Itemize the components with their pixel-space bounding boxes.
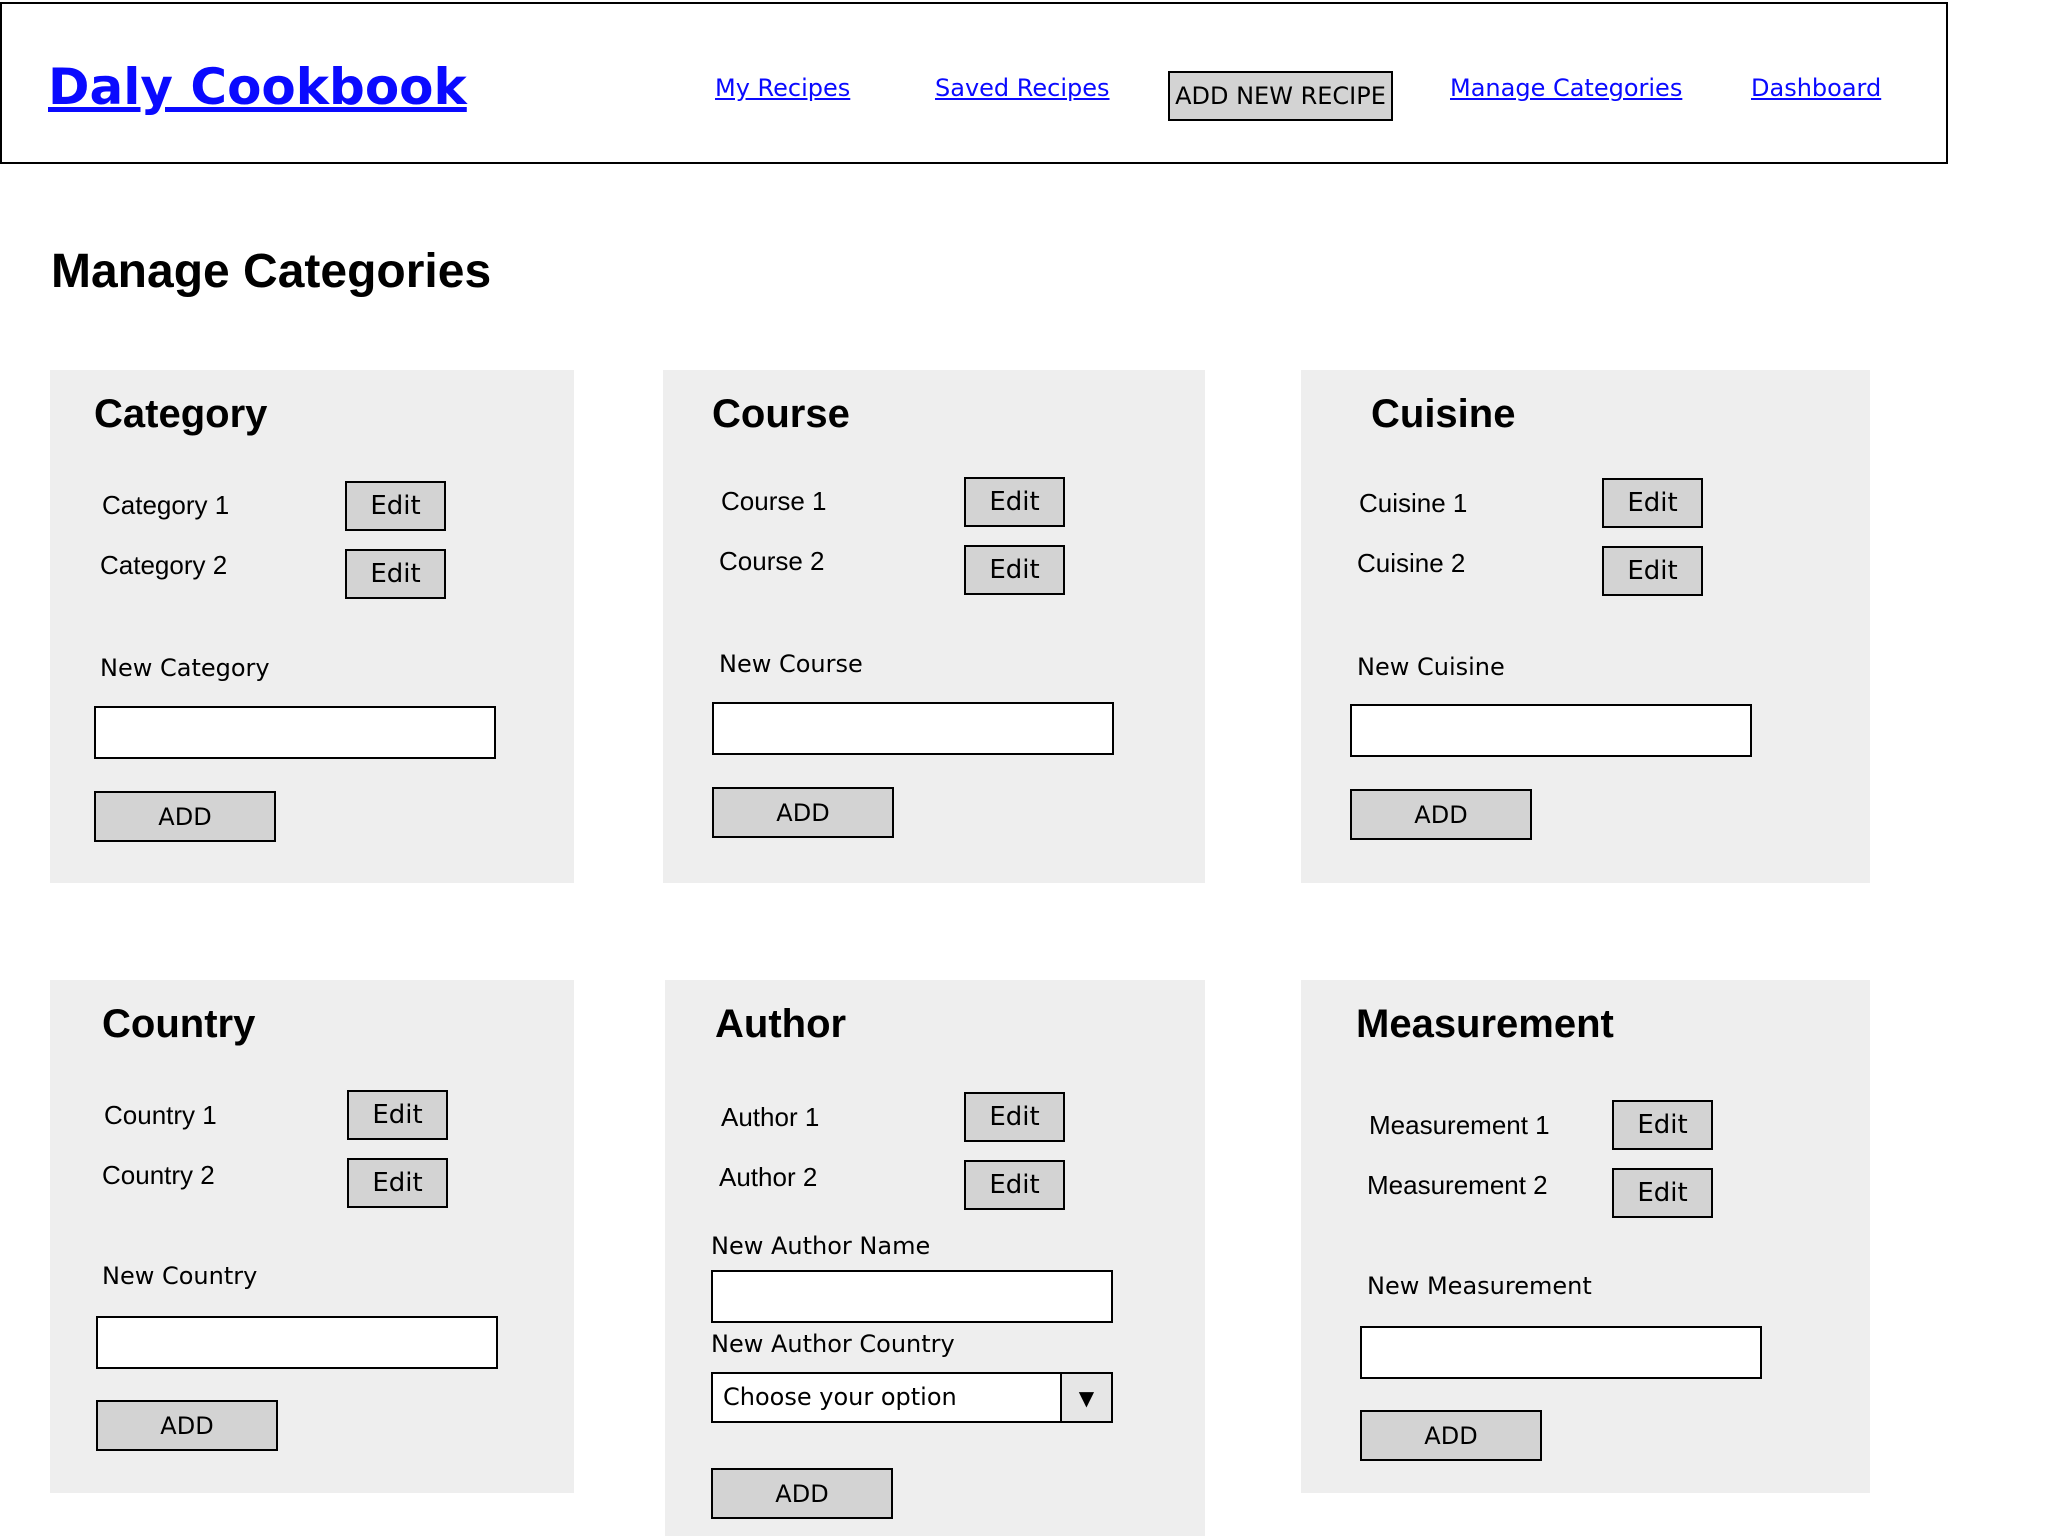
course-card-title: Course <box>712 392 850 436</box>
new-author-name-label: New Author Name <box>711 1232 931 1260</box>
new-author-country-label: New Author Country <box>711 1330 955 1358</box>
author-country-select[interactable]: Choose your option ▼ <box>711 1372 1113 1423</box>
cuisine-card: Cuisine Cuisine 1 Edit Cuisine 2 Edit Ne… <box>1301 370 1870 883</box>
edit-course-2-button[interactable]: Edit <box>964 545 1065 595</box>
cuisine-item-label: Cuisine 1 <box>1359 488 1468 518</box>
measurement-item-label: Measurement 1 <box>1369 1110 1550 1140</box>
chevron-down-icon[interactable]: ▼ <box>1060 1374 1111 1421</box>
edit-cuisine-1-button[interactable]: Edit <box>1602 478 1703 528</box>
author-card: Author Author 1 Edit Author 2 Edit New A… <box>665 980 1205 1536</box>
cuisine-item-label: Cuisine 2 <box>1357 548 1466 578</box>
cuisine-card-title: Cuisine <box>1371 392 1516 436</box>
edit-author-1-button[interactable]: Edit <box>964 1092 1065 1142</box>
country-item-label: Country 1 <box>104 1100 217 1130</box>
course-card: Course Course 1 Edit Course 2 Edit New C… <box>663 370 1205 883</box>
new-cuisine-input[interactable] <box>1350 704 1752 757</box>
new-course-input[interactable] <box>712 702 1114 755</box>
nav-manage-categories[interactable]: Manage Categories <box>1450 74 1682 102</box>
add-new-recipe-button[interactable]: ADD NEW RECIPE <box>1168 71 1393 121</box>
course-item-label: Course 1 <box>721 486 827 516</box>
category-card: Category Category 1 Edit Category 2 Edit… <box>50 370 574 883</box>
add-author-button[interactable]: ADD <box>711 1468 893 1519</box>
app-header: Daly Cookbook My Recipes Saved Recipes A… <box>0 2 1948 164</box>
new-cuisine-label: New Cuisine <box>1357 653 1505 681</box>
new-category-label: New Category <box>100 654 270 682</box>
country-card-title: Country <box>102 1002 256 1046</box>
new-measurement-input[interactable] <box>1360 1326 1762 1379</box>
edit-category-2-button[interactable]: Edit <box>345 549 446 599</box>
author-country-selected-value: Choose your option <box>723 1383 957 1411</box>
measurement-card-title: Measurement <box>1356 1002 1614 1046</box>
new-country-input[interactable] <box>96 1316 498 1369</box>
new-category-input[interactable] <box>94 706 496 759</box>
brand-logo-link[interactable]: Daly Cookbook <box>48 58 467 116</box>
add-category-button[interactable]: ADD <box>94 791 276 842</box>
author-item-label: Author 2 <box>719 1162 818 1192</box>
course-item-label: Course 2 <box>719 546 825 576</box>
country-card: Country Country 1 Edit Country 2 Edit Ne… <box>50 980 574 1493</box>
measurement-item-label: Measurement 2 <box>1367 1170 1548 1200</box>
category-item-label: Category 2 <box>100 550 228 580</box>
author-card-title: Author <box>715 1002 847 1046</box>
edit-cuisine-2-button[interactable]: Edit <box>1602 546 1703 596</box>
category-item-label: Category 1 <box>102 490 230 520</box>
add-country-button[interactable]: ADD <box>96 1400 278 1451</box>
edit-course-1-button[interactable]: Edit <box>964 477 1065 527</box>
nav-dashboard[interactable]: Dashboard <box>1751 74 1881 102</box>
new-country-label: New Country <box>102 1262 258 1290</box>
edit-measurement-2-button[interactable]: Edit <box>1612 1168 1713 1218</box>
nav-my-recipes[interactable]: My Recipes <box>715 74 850 102</box>
edit-measurement-1-button[interactable]: Edit <box>1612 1100 1713 1150</box>
edit-country-2-button[interactable]: Edit <box>347 1158 448 1208</box>
edit-category-1-button[interactable]: Edit <box>345 481 446 531</box>
country-item-label: Country 2 <box>102 1160 215 1190</box>
add-course-button[interactable]: ADD <box>712 787 894 838</box>
nav-saved-recipes[interactable]: Saved Recipes <box>935 74 1110 102</box>
new-measurement-label: New Measurement <box>1367 1272 1592 1300</box>
category-card-title: Category <box>94 392 268 436</box>
edit-author-2-button[interactable]: Edit <box>964 1160 1065 1210</box>
author-item-label: Author 1 <box>721 1102 820 1132</box>
add-cuisine-button[interactable]: ADD <box>1350 789 1532 840</box>
new-author-name-input[interactable] <box>711 1270 1113 1323</box>
edit-country-1-button[interactable]: Edit <box>347 1090 448 1140</box>
page-title: Manage Categories <box>51 245 492 298</box>
new-course-label: New Course <box>719 650 863 678</box>
add-measurement-button[interactable]: ADD <box>1360 1410 1542 1461</box>
measurement-card: Measurement Measurement 1 Edit Measureme… <box>1301 980 1870 1493</box>
